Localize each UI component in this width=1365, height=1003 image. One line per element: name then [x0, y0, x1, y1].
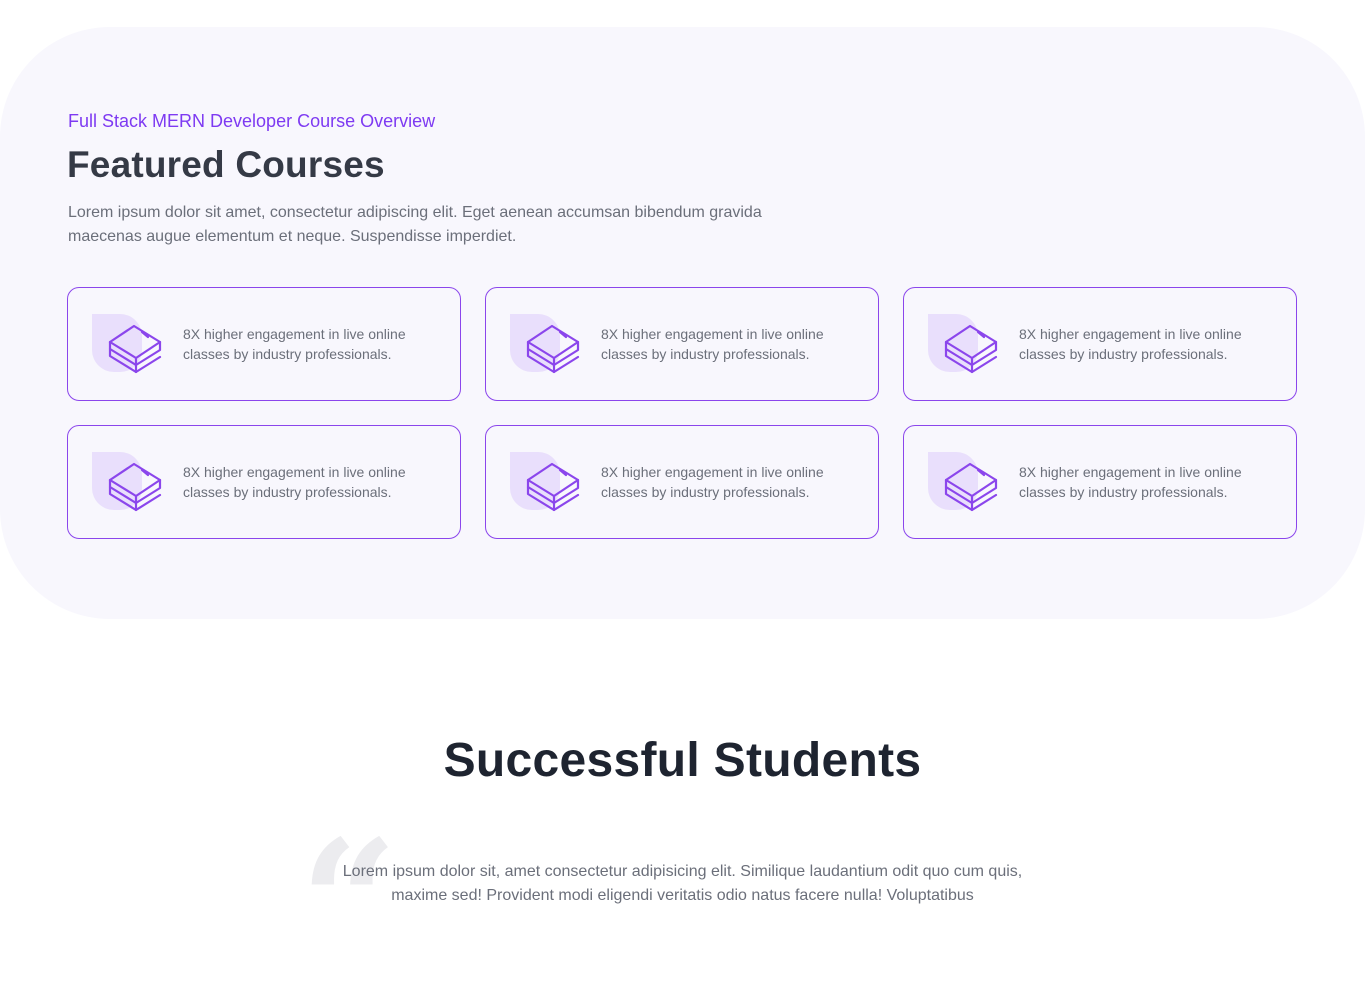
section-description: Lorem ipsum dolor sit amet, consectetur … — [68, 204, 762, 245]
card-text: 8X higher engagement in live online clas… — [1019, 326, 1242, 362]
course-card[interactable]: 8X higher engagement in live online clas… — [485, 425, 879, 539]
card-text: 8X higher engagement in live online clas… — [183, 464, 406, 500]
course-card[interactable]: 8X higher engagement in live online clas… — [485, 287, 879, 401]
card-text: 8X higher engagement in live online clas… — [601, 464, 824, 500]
course-card[interactable]: 8X higher engagement in live online clas… — [903, 287, 1297, 401]
book-stack-icon — [92, 312, 164, 376]
successful-students-title: Successful Students — [443, 734, 922, 787]
card-text: 8X higher engagement in live online clas… — [1019, 464, 1242, 500]
course-card[interactable]: 8X higher engagement in live online clas… — [903, 425, 1297, 539]
card-text: 8X higher engagement in live online clas… — [601, 326, 824, 362]
card-text: 8X higher engagement in live online clas… — [183, 326, 406, 362]
book-stack-icon — [510, 312, 582, 376]
book-stack-icon — [928, 450, 1000, 514]
section-eyebrow: Full Stack MERN Developer Course Overvie… — [68, 111, 436, 131]
testimonial-text: Lorem ipsum dolor sit, amet consectetur … — [342, 863, 1023, 904]
book-stack-icon — [928, 312, 1000, 376]
course-card[interactable]: 8X higher engagement in live online clas… — [67, 425, 461, 539]
course-card-grid: 8X higher engagement in live online clas… — [67, 287, 1297, 539]
course-card[interactable]: 8X higher engagement in live online clas… — [67, 287, 461, 401]
book-stack-icon — [92, 450, 164, 514]
book-stack-icon — [510, 450, 582, 514]
section-title: Featured Courses — [67, 144, 385, 185]
